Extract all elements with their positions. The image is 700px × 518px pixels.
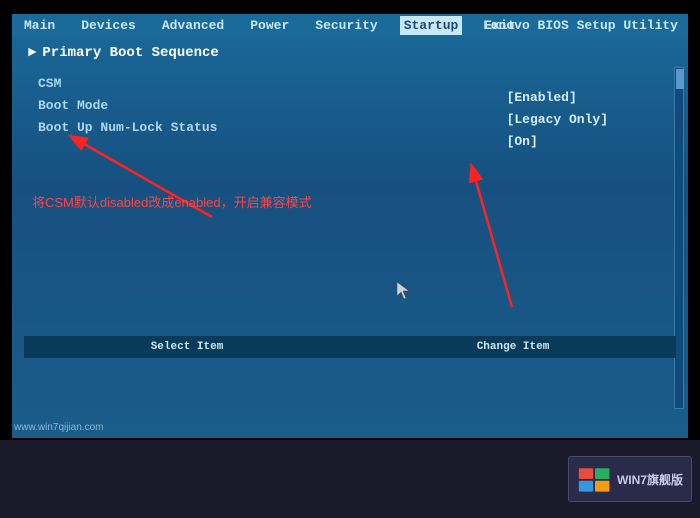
- arrow2-svg: [312, 137, 592, 357]
- menu-devices[interactable]: Devices: [77, 16, 140, 35]
- value-numlock: [On]: [507, 131, 608, 153]
- section-arrow-icon: ►: [28, 45, 36, 61]
- menu-bar: Main Devices Advanced Power Security Sta…: [12, 14, 688, 37]
- outer-frame: Main Devices Advanced Power Security Sta…: [0, 0, 700, 518]
- value-boot-mode: [Legacy Only]: [507, 109, 608, 131]
- menu-power[interactable]: Power: [246, 16, 293, 35]
- section-title: ► Primary Boot Sequence: [28, 45, 672, 61]
- mouse-cursor: [397, 282, 411, 300]
- menu-security[interactable]: Security: [311, 16, 381, 35]
- win7-badge: WIN7旗舰版: [568, 456, 692, 502]
- section-title-text: Primary Boot Sequence: [42, 45, 218, 61]
- bottom-bar: Select Item Change Item: [24, 336, 676, 358]
- screen-photo: Main Devices Advanced Power Security Sta…: [0, 0, 700, 518]
- menu-advanced[interactable]: Advanced: [158, 16, 228, 35]
- bottom-select: Select Item: [151, 341, 224, 353]
- bottom-change: Change Item: [477, 341, 550, 353]
- win-taskbar: WIN7旗舰版: [0, 440, 700, 518]
- bios-title: Lenovo BIOS Setup Utility: [483, 18, 678, 33]
- values-column: [Enabled] [Legacy Only] [On]: [507, 87, 608, 153]
- annotation-csm: 将CSM默认disabled改成enabled，开启兼容模式: [32, 192, 312, 211]
- menu-startup[interactable]: Startup: [400, 16, 463, 35]
- menu-main[interactable]: Main: [20, 16, 59, 35]
- win7-logo-icon: [577, 461, 613, 497]
- win7-text: WIN7旗舰版: [617, 471, 683, 488]
- menu-bar-left: Main Devices Advanced Power Security Sta…: [20, 16, 520, 35]
- value-csm: [Enabled]: [507, 87, 608, 109]
- bios-content: ► Primary Boot Sequence CSM Boot Mode Bo…: [12, 37, 688, 431]
- scrollbar-thumb[interactable]: [676, 69, 684, 89]
- bios-screen: Main Devices Advanced Power Security Sta…: [12, 14, 688, 438]
- watermark: www.win7qijian.com: [14, 422, 103, 433]
